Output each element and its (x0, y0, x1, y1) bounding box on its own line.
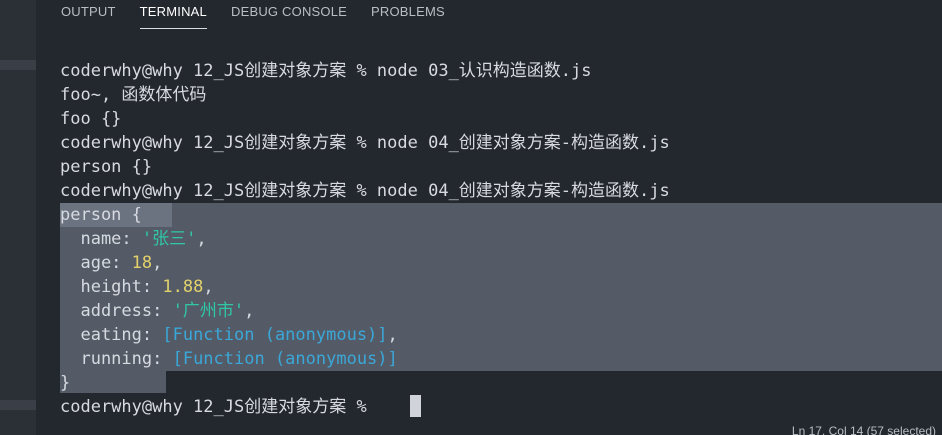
field-value-string: '广州市' (172, 301, 245, 321)
selection-highlight (60, 371, 166, 393)
object-field-running: running: [Function (anonymous)] (60, 347, 398, 371)
sidebar-divider (0, 60, 36, 70)
field-comma: , (244, 301, 255, 321)
panel-tab-bar: OUTPUT TERMINAL DEBUG CONSOLE PROBLEMS (36, 0, 942, 34)
tab-terminal[interactable]: TERMINAL (139, 0, 208, 29)
field-value-string: '张三' (141, 229, 197, 249)
field-comma: , (152, 253, 163, 273)
sidebar-divider (0, 400, 36, 410)
field-key: height: (60, 277, 163, 297)
terminal-output-line: } (60, 373, 71, 393)
status-bar: Ln 17, Col 14 (57 selected) (36, 421, 942, 435)
field-value-number: 1.88 (162, 277, 204, 297)
tab-debug-console[interactable]: DEBUG CONSOLE (231, 0, 347, 28)
field-comma: , (196, 229, 207, 249)
object-field-eating: eating: [Function (anonymous)], (60, 323, 398, 347)
field-value-function: [Function (anonymous)] (172, 349, 398, 369)
activity-bar (0, 0, 36, 435)
field-key: eating: (60, 325, 163, 345)
field-value-function: [Function (anonymous)] (162, 325, 388, 345)
field-key: address: (60, 301, 173, 321)
terminal-command-line: coderwhy@why 12_JS创建对象方案 % node 04_创建对象方… (60, 181, 670, 201)
field-value-number: 18 (131, 253, 153, 273)
terminal-output[interactable]: coderwhy@why 12_JS创建对象方案 % node 03_认识构造函… (36, 55, 942, 435)
cursor-position-status[interactable]: Ln 17, Col 14 (57 selected) (792, 424, 936, 435)
terminal-output-line: foo~, 函数体代码 (60, 85, 207, 105)
object-field-name: name: '张三', (60, 227, 207, 251)
terminal-command-line: coderwhy@why 12_JS创建对象方案 % node 04_创建对象方… (60, 133, 670, 153)
field-comma: , (387, 325, 398, 345)
terminal-output-line: person { (60, 205, 142, 225)
field-key: name: (60, 229, 142, 249)
field-comma: , (203, 277, 214, 297)
terminal-cursor (410, 395, 421, 417)
tab-problems[interactable]: PROBLEMS (371, 0, 445, 28)
terminal-command-line: coderwhy@why 12_JS创建对象方案 % node 03_认识构造函… (60, 61, 592, 81)
field-key: age: (60, 253, 132, 273)
field-key: running: (60, 349, 173, 369)
tab-output[interactable]: OUTPUT (61, 0, 116, 28)
terminal-panel: OUTPUT TERMINAL DEBUG CONSOLE PROBLEMS c… (36, 0, 942, 435)
object-field-height: height: 1.88, (60, 275, 214, 299)
object-field-address: address: '广州市', (60, 299, 254, 323)
object-field-age: age: 18, (60, 251, 162, 275)
terminal-output-line: foo {} (60, 109, 122, 129)
terminal-prompt: coderwhy@why 12_JS创建对象方案 % (60, 397, 377, 417)
terminal-output-line: person {} (60, 157, 153, 177)
